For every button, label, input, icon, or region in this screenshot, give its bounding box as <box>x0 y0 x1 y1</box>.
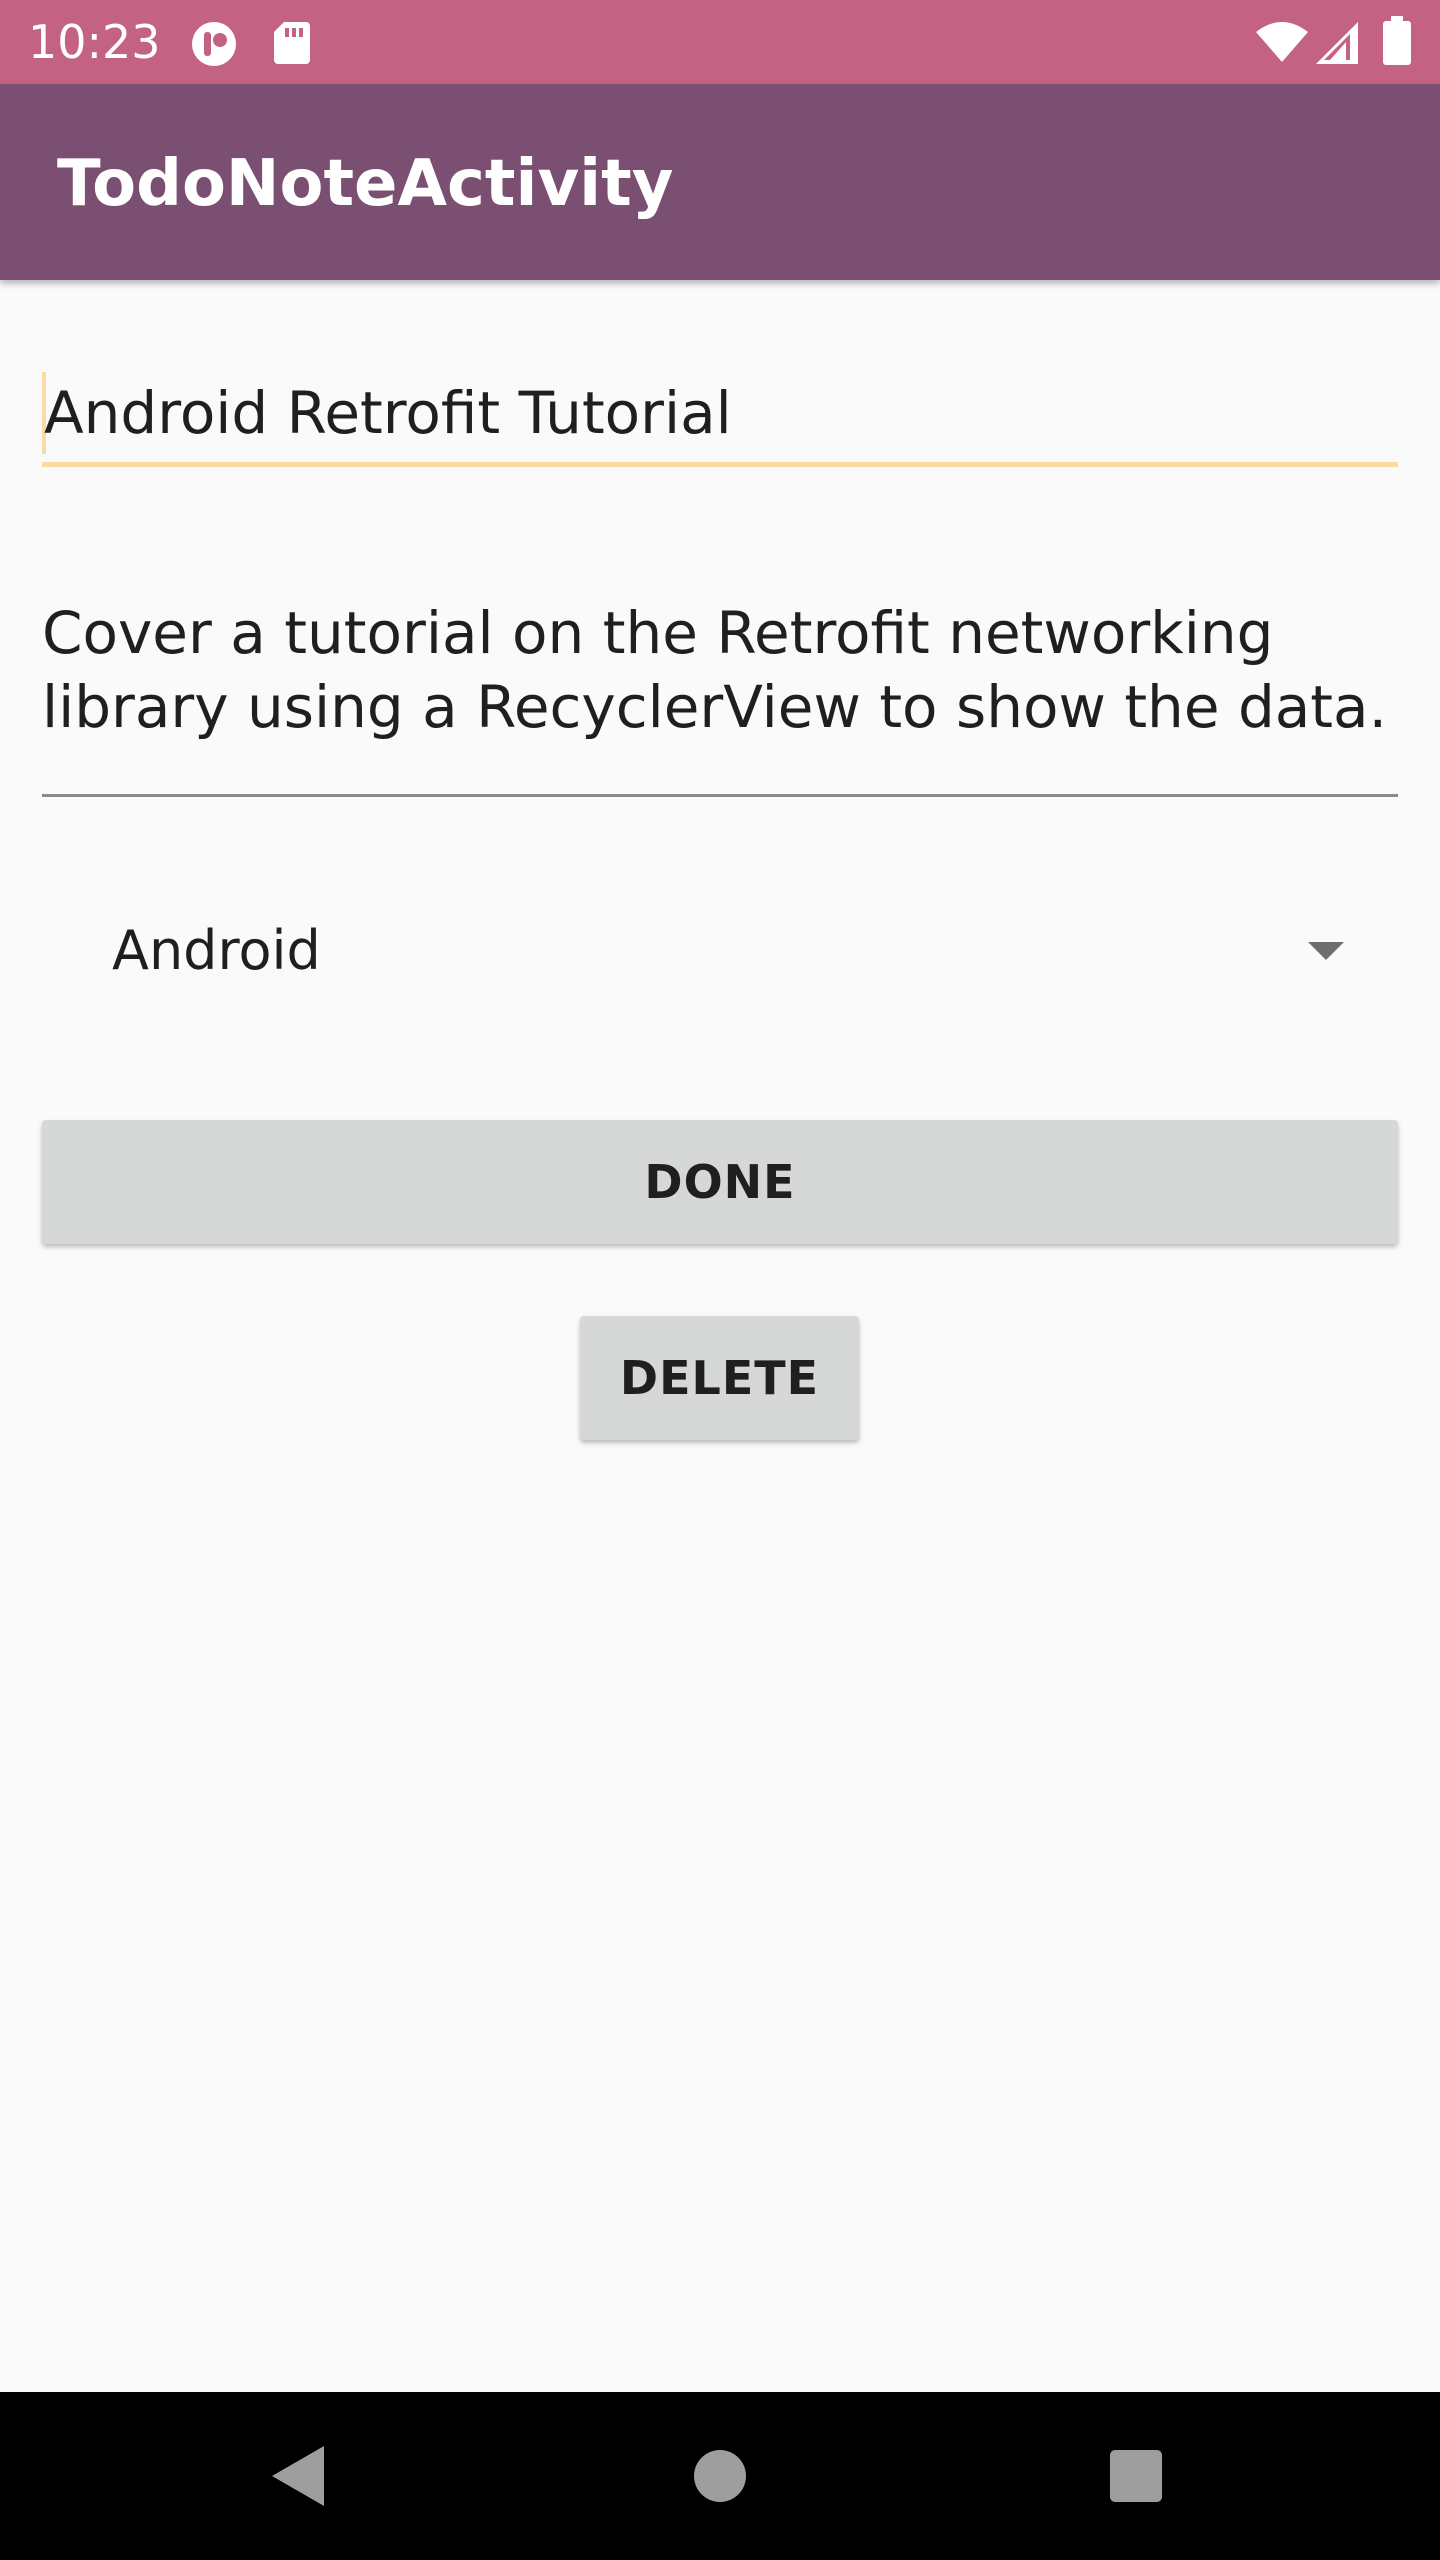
status-time: 10:23 <box>28 15 161 69</box>
description-input[interactable]: Cover a tutorial on the Retrofit network… <box>42 596 1398 800</box>
sd-card-icon <box>272 20 312 70</box>
done-button[interactable]: DONE <box>42 1120 1398 1244</box>
title-input[interactable]: Android Retrofit Tutorial <box>42 368 1398 472</box>
cellular-signal-icon <box>1312 20 1360 70</box>
dropdown-arrow-icon <box>1308 942 1344 960</box>
status-bar: 10:23 <box>0 0 1440 84</box>
battery-icon <box>1382 16 1412 70</box>
category-spinner[interactable]: Android <box>42 900 1398 1004</box>
recents-icon[interactable] <box>1110 2450 1162 2502</box>
page-title: TodoNoteActivity <box>57 147 674 221</box>
wifi-icon <box>1254 20 1310 68</box>
todo-note-screen: 10:23 TodoNoteActivity Android Retrofit … <box>0 0 1440 2560</box>
home-icon[interactable] <box>694 2450 746 2502</box>
title-input-value: Android Retrofit Tutorial <box>44 379 732 447</box>
category-selected-value: Android <box>112 919 321 982</box>
navigation-bar <box>0 2392 1440 2560</box>
description-input-value: Cover a tutorial on the Retrofit network… <box>42 599 1388 741</box>
notification-app-icon <box>190 20 242 72</box>
back-icon[interactable] <box>272 2446 324 2506</box>
app-bar: TodoNoteActivity <box>0 84 1440 280</box>
description-input-underline <box>42 794 1398 797</box>
delete-button[interactable]: DELETE <box>580 1316 859 1440</box>
title-input-underline <box>42 462 1398 467</box>
